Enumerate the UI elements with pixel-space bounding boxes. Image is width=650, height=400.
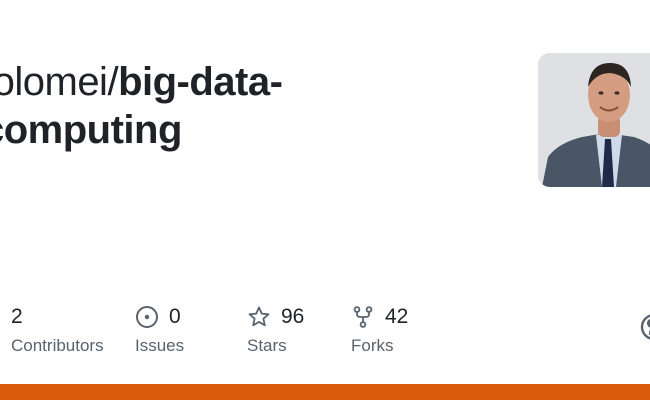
star-icon: [247, 305, 271, 329]
contributors-stat[interactable]: 2 Contributors: [11, 303, 104, 356]
contributors-label: Contributors: [11, 336, 104, 355]
repo-social-card: tolomei/big-data- computing 2: [0, 0, 650, 400]
github-mark-icon: [640, 313, 650, 341]
repo-owner[interactable]: tolomei/: [0, 60, 119, 104]
forks-label: Forks: [351, 336, 394, 355]
language-color-bar: [0, 384, 650, 400]
repo-name-continued[interactable]: computing: [0, 108, 182, 152]
stars-stat[interactable]: 96 Stars: [247, 303, 304, 356]
avatar-photo: [538, 53, 650, 187]
issues-stat[interactable]: 0 Issues: [135, 303, 184, 356]
forks-stat[interactable]: 42 Forks: [351, 303, 408, 356]
issues-label: Issues: [135, 336, 185, 355]
contributors-count: 2: [11, 305, 23, 328]
stars-label: Stars: [247, 336, 287, 355]
repo-name[interactable]: big-data-: [118, 60, 283, 104]
forks-count: 42: [385, 305, 409, 328]
repo-title[interactable]: tolomei/big-data- computing: [0, 58, 502, 154]
repo-forked-icon: [351, 305, 375, 329]
issues-count: 0: [169, 305, 181, 328]
stars-count: 96: [281, 305, 305, 328]
issue-opened-icon: [135, 305, 159, 329]
owner-avatar[interactable]: [538, 53, 650, 187]
